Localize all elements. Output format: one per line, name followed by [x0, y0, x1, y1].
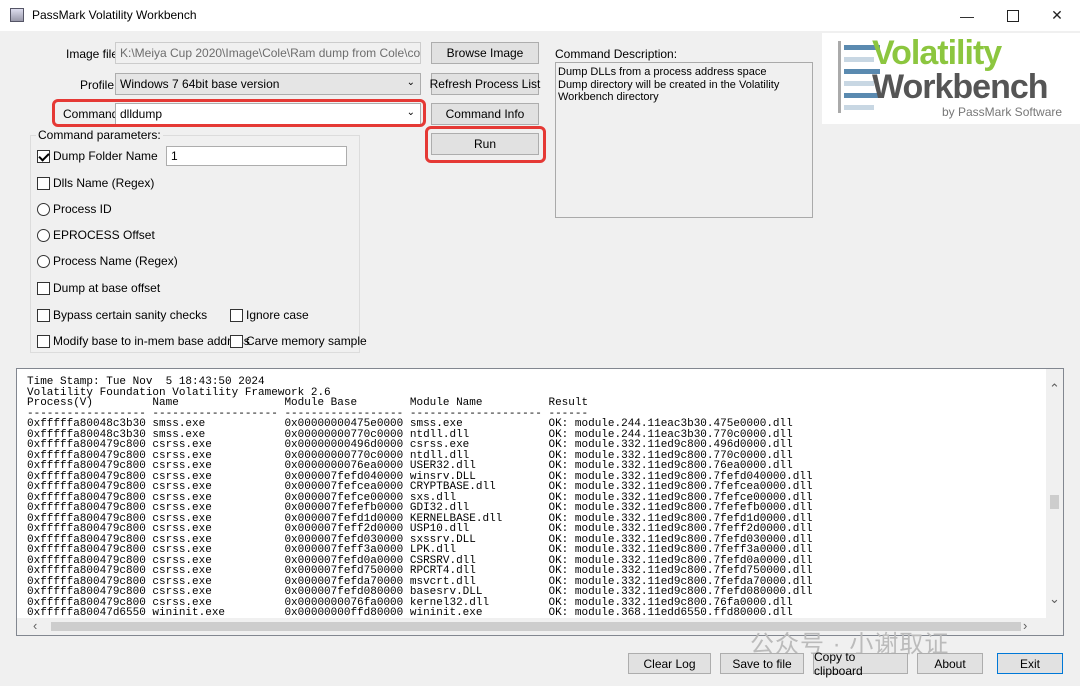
command-description-box: Dump DLLs from a process address space D… — [555, 62, 813, 218]
carve-memory-checkbox[interactable]: Carve memory sample — [230, 334, 367, 348]
radio-icon — [37, 202, 50, 216]
close-button[interactable]: ✕ — [1034, 0, 1080, 31]
maximize-icon — [1007, 9, 1019, 22]
exit-button[interactable]: Exit — [997, 653, 1063, 674]
dump-at-base-offset-checkbox[interactable]: Dump at base offset — [37, 281, 160, 295]
output-line: Process(V) Name Module Base Module Name … — [27, 397, 589, 409]
output-line: 0xfffffa80047d6550 wininit.exe 0x0000000… — [27, 607, 793, 619]
dump-folder-name-input[interactable]: 1 — [166, 146, 347, 166]
process-id-radio[interactable]: Process ID — [37, 202, 112, 216]
profile-value: Windows 7 64bit base version — [120, 77, 280, 91]
modify-base-checkbox[interactable]: Modify base to in-mem base address — [37, 334, 250, 348]
browse-image-button[interactable]: Browse Image — [431, 42, 539, 64]
logo-byline: by PassMark Software — [942, 105, 1063, 119]
scroll-right-icon[interactable]: › — [1023, 618, 1027, 633]
close-icon: ✕ — [1051, 7, 1063, 23]
bypass-sanity-label: Bypass certain sanity checks — [53, 308, 208, 322]
vertical-scrollbar[interactable]: ⌃ ⌄ — [1046, 369, 1063, 619]
profile-label: Profile: — [80, 78, 118, 92]
ignore-case-label: Ignore case — [246, 308, 309, 322]
clear-log-button[interactable]: Clear Log — [628, 653, 711, 674]
output-line: 0xfffffa800479c800 csrss.exe 0x000000007… — [27, 460, 793, 472]
title-bar: PassMark Volatility Workbench — ✕ — [0, 0, 1080, 31]
run-highlight — [425, 126, 546, 163]
output-log[interactable]: Time Stamp: Tue Nov 5 18:43:50 2024 Volat… — [16, 368, 1064, 636]
image-file-input[interactable]: K:\Meiya Cup 2020\Image\Cole\Ram dump fr… — [115, 42, 421, 64]
checkbox-icon — [230, 334, 243, 348]
copy-to-clipboard-button[interactable]: Copy to clipboard — [813, 650, 908, 678]
scroll-up-icon[interactable]: ⌃ — [1049, 381, 1060, 397]
volatility-workbench-logo: Volatility Workbench by PassMark Softwar… — [822, 33, 1080, 124]
checkbox-icon — [37, 281, 50, 295]
scroll-left-icon[interactable]: ‹ — [33, 618, 37, 633]
output-line: 0xfffffa800479c800 csrss.exe 0x000007fef… — [27, 502, 813, 514]
carve-memory-label: Carve memory sample — [246, 334, 367, 348]
chevron-down-icon: ⌄ — [406, 77, 415, 88]
radio-icon — [37, 254, 50, 268]
dlls-name-regex-label: Dlls Name (Regex) — [53, 176, 155, 190]
image-file-label: Image file: — [66, 47, 122, 61]
checkbox-icon — [230, 308, 243, 322]
output-line: Time Stamp: Tue Nov 5 18:43:50 2024 — [27, 376, 265, 388]
command-highlight — [52, 99, 426, 127]
command-description-text: Dump DLLs from a process address space D… — [558, 66, 780, 103]
eprocess-offset-radio[interactable]: EPROCESS Offset — [37, 228, 155, 242]
dlls-name-regex-checkbox[interactable]: Dlls Name (Regex) — [37, 176, 154, 190]
command-parameters-title: Command parameters: — [36, 128, 163, 142]
output-line: 0xfffffa80048c3b30 smss.exe 0x0000000047… — [27, 418, 793, 430]
dump-at-base-offset-label: Dump at base offset — [53, 281, 161, 295]
output-line: 0xfffffa800479c800 csrss.exe 0x000007fef… — [27, 523, 813, 535]
dump-folder-name-checkbox[interactable]: Dump Folder Name — [37, 149, 158, 163]
command-description-label: Command Description: — [555, 47, 678, 61]
logo-volatility: Volatility — [872, 34, 1002, 72]
dump-folder-name-label: Dump Folder Name — [53, 149, 158, 163]
checkbox-icon — [37, 334, 50, 348]
output-line: 0xfffffa800479c800 csrss.exe 0x000007fef… — [27, 481, 813, 493]
scroll-down-icon[interactable]: ⌄ — [1049, 591, 1060, 607]
app-icon — [10, 8, 24, 22]
minimize-button[interactable]: — — [944, 0, 990, 31]
modify-base-label: Modify base to in-mem base address — [53, 334, 250, 348]
bypass-sanity-checkbox[interactable]: Bypass certain sanity checks — [37, 308, 207, 322]
process-id-label: Process ID — [53, 202, 112, 216]
checkbox-icon — [37, 176, 50, 190]
output-line: 0xfffffa800479c800 csrss.exe 0x000007fef… — [27, 565, 813, 577]
ignore-case-checkbox[interactable]: Ignore case — [230, 308, 309, 322]
logo-workbench: Workbench — [872, 68, 1049, 106]
output-line: 0xfffffa800479c800 csrss.exe 0x000007fef… — [27, 544, 813, 556]
process-name-regex-radio[interactable]: Process Name (Regex) — [37, 254, 178, 268]
process-name-regex-label: Process Name (Regex) — [53, 254, 178, 268]
minimize-icon: — — [960, 7, 974, 24]
eprocess-offset-label: EPROCESS Offset — [53, 228, 155, 242]
output-line: 0xfffffa800479c800 csrss.exe 0x000007fef… — [27, 586, 813, 598]
checkbox-checked-icon — [37, 149, 50, 163]
save-to-file-button[interactable]: Save to file — [720, 653, 804, 674]
radio-icon — [37, 228, 50, 242]
vertical-scroll-thumb[interactable] — [1050, 495, 1059, 509]
profile-select[interactable]: Windows 7 64bit base version ⌄ — [115, 73, 421, 95]
output-line: 0xfffffa800479c800 csrss.exe 0x000000004… — [27, 439, 793, 451]
command-info-button[interactable]: Command Info — [431, 103, 539, 125]
window-title: PassMark Volatility Workbench — [32, 8, 197, 22]
refresh-process-list-button[interactable]: Refresh Process List — [430, 73, 540, 95]
checkbox-icon — [37, 308, 50, 322]
maximize-button[interactable] — [990, 0, 1036, 31]
about-button[interactable]: About — [917, 653, 983, 674]
output-text: Time Stamp: Tue Nov 5 18:43:50 2024 Volat… — [27, 377, 813, 619]
